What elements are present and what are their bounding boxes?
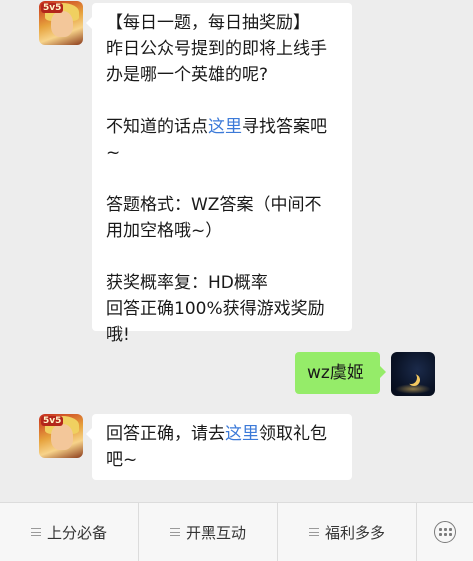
message-line-with-link: 回答正确，请去这里领取礼包 — [106, 421, 340, 447]
menu-list-icon — [169, 528, 180, 536]
message-line: 昨日公众号提到的即将上线手 — [106, 39, 327, 59]
keyboard-toggle-button[interactable] — [417, 503, 473, 561]
message-gap — [106, 166, 340, 192]
bottom-menu-bar: 上分必备 开黑互动 福利多多 — [0, 502, 473, 561]
message-bubble-reward: 回答正确，请去这里领取礼包 吧~ — [86, 414, 352, 480]
message-line: 答题格式：WZ答案（中间不 — [106, 195, 322, 215]
menu-item-label: 上分必备 — [46, 523, 107, 542]
message-line: 回答正确100%获得游戏奖励 — [106, 299, 325, 319]
message-bubble-question: 【每日一题，每日抽奖励】 昨日公众号提到的即将上线手 办是哪一个英雄的呢? 不知… — [86, 3, 352, 345]
game-badge: 5v5 — [41, 3, 64, 13]
hero-face-shape — [51, 424, 73, 450]
user-avatar[interactable] — [391, 352, 435, 396]
menu-item-team-up[interactable]: 开黑互动 — [139, 503, 278, 561]
game-badge: 5v5 — [41, 416, 64, 426]
message-line: 【每日一题，每日抽奖励】 — [106, 13, 310, 33]
official-account-avatar[interactable]: 5v5 — [39, 414, 83, 458]
menu-item-rank-tips[interactable]: 上分必备 — [0, 503, 139, 561]
message-line: 吧~ — [106, 450, 138, 470]
official-account-avatar[interactable]: 5v5 — [39, 1, 83, 45]
message-line-with-link: 不知道的话点这里寻找答案吧 — [106, 114, 340, 140]
message-text: 不知道的话点 — [106, 117, 208, 137]
moon-glow-shape — [395, 384, 431, 394]
message-gap — [106, 88, 340, 114]
message-line: ~ — [106, 143, 121, 163]
menu-list-icon — [30, 528, 41, 536]
message-text: 寻找答案吧 — [242, 117, 327, 137]
message-line: 哦! — [106, 325, 130, 345]
message-line: 办是哪一个英雄的呢? — [106, 65, 269, 85]
hero-face-shape — [51, 11, 73, 37]
menu-item-benefits[interactable]: 福利多多 — [278, 503, 417, 561]
message-line: 用加空格哦~） — [106, 221, 223, 241]
message-line: 获奖概率复：HD概率 — [106, 273, 268, 293]
moon-icon — [405, 372, 417, 384]
menu-item-label: 开黑互动 — [185, 523, 246, 542]
message-bubble-user-answer: wz虞姬 — [295, 352, 386, 394]
answer-link[interactable]: 这里 — [208, 117, 242, 137]
message-text: 回答正确，请去 — [106, 424, 225, 444]
message-gap — [106, 244, 340, 270]
message-line: wz虞姬 — [307, 363, 364, 383]
reward-link[interactable]: 这里 — [225, 424, 259, 444]
menu-list-icon — [308, 528, 319, 536]
keyboard-icon — [434, 521, 456, 543]
message-text: 领取礼包 — [259, 424, 327, 444]
menu-item-label: 福利多多 — [324, 523, 385, 542]
